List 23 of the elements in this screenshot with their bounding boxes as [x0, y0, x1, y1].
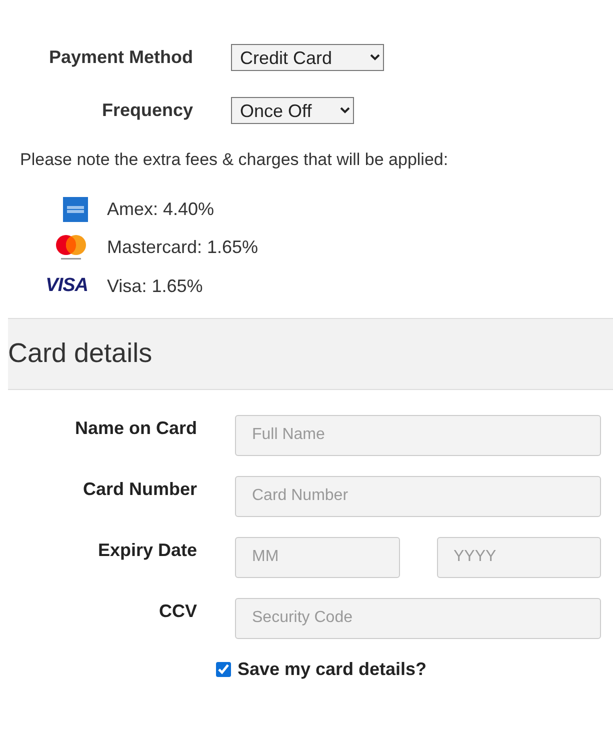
field-label: Frequency	[100, 100, 193, 121]
input-field[interactable]: YYYY	[436, 536, 601, 578]
input-field[interactable]: Security Code	[235, 598, 601, 638]
frequency-select[interactable]: Once Off	[231, 97, 354, 124]
amex-logo-icon	[63, 196, 88, 222]
fees-note: Please note the extra fees & charges that will be applied:	[20, 150, 450, 170]
visa-logo: VISA	[46, 275, 88, 298]
input-field[interactable]: Card Number	[235, 476, 601, 516]
save-card-checkbox[interactable]	[216, 662, 232, 676]
field-label: CCV	[158, 600, 197, 622]
mastercard-logo-icon	[54, 234, 88, 262]
field-label: Card Number	[82, 478, 197, 500]
fee-text: Mastercard: 1.65%	[107, 237, 260, 258]
field-label: Expiry Date	[96, 538, 197, 562]
fee-text: Amex: 4.40%	[107, 198, 216, 220]
field-label: Name on Card	[74, 416, 197, 440]
checkbox-label: Save my card details?	[237, 658, 427, 680]
input-field[interactable]: MM	[235, 536, 400, 578]
payment-method-select[interactable]: Credit Card	[231, 44, 384, 71]
field-label: Payment Method	[48, 47, 193, 68]
fee-text: Visa: 1.65%	[107, 276, 204, 297]
section-title: Card details	[8, 338, 152, 369]
input-field[interactable]: Full Name	[235, 414, 601, 456]
